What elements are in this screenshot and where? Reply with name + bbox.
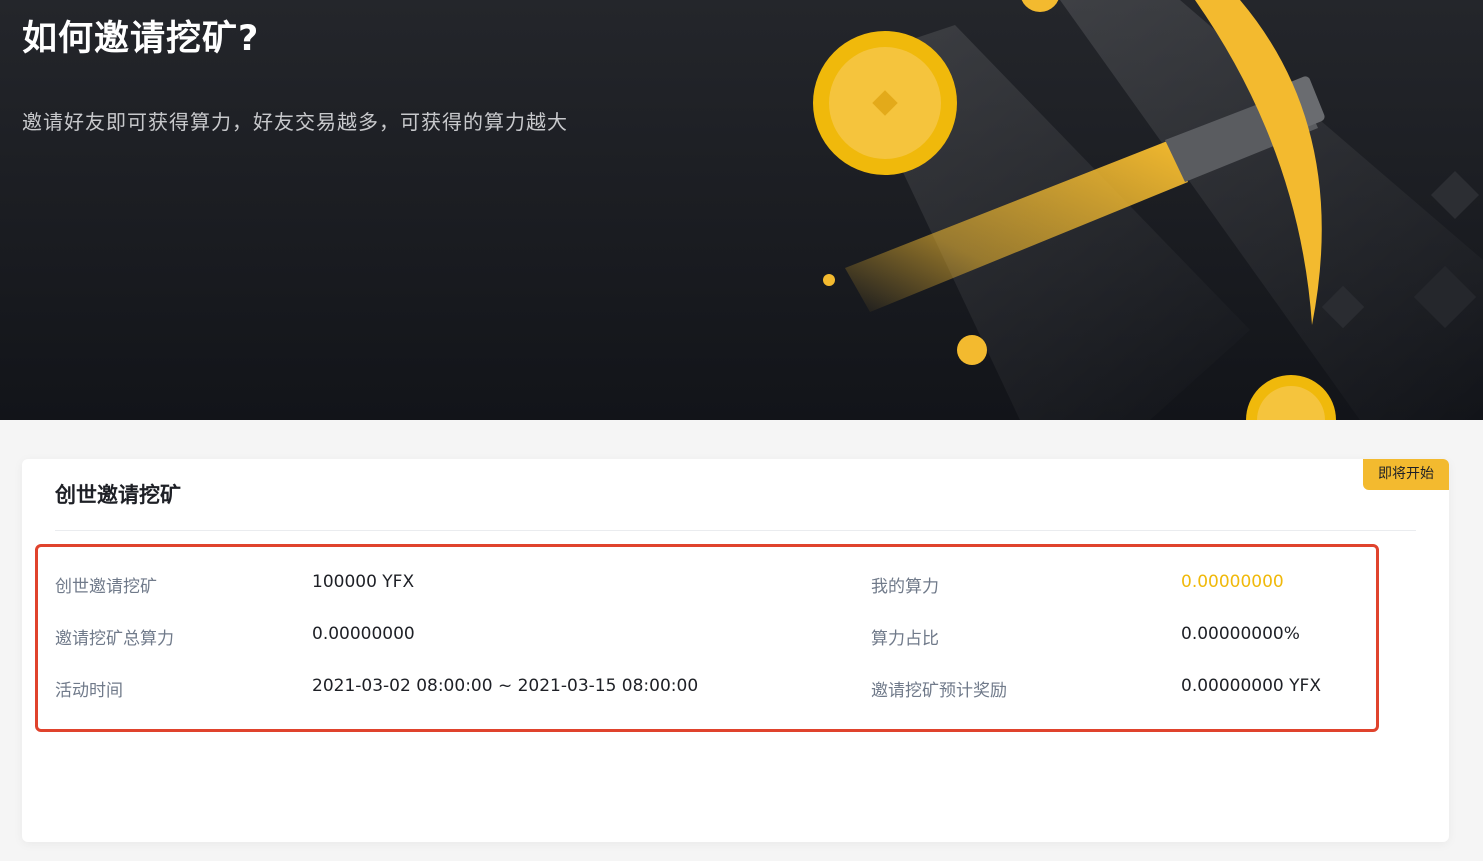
gold-coin-icon (813, 31, 957, 175)
gold-dot (823, 274, 835, 286)
gold-coin-icon (1246, 375, 1336, 420)
info-value: 100000 YFX (312, 572, 415, 592)
diamond-decoration-icon (1430, 170, 1480, 220)
my-hashrate-value: 0.00000000 (1181, 572, 1284, 592)
info-grid: 创世邀请挖矿 100000 YFX 我的算力 0.00000000 邀请挖矿总算… (35, 544, 1379, 732)
gold-coin-icon (957, 335, 987, 365)
info-label: 算力占比 (871, 629, 939, 649)
info-label: 活动时间 (55, 681, 123, 701)
invite-mining-card: 创世邀请挖矿 即将开始 创世邀请挖矿 100000 YFX 我的算力 0.000… (22, 459, 1449, 842)
info-label: 邀请挖矿总算力 (55, 629, 174, 649)
page-title: 如何邀请挖矿? (22, 19, 260, 59)
status-badge: 即将开始 (1363, 459, 1449, 490)
info-label: 邀请挖矿预计奖励 (871, 681, 1007, 701)
gold-coin-icon (1021, 0, 1059, 12)
card-title: 创世邀请挖矿 (55, 483, 181, 507)
info-value: 0.00000000% (1181, 624, 1300, 644)
activity-time-value: 2021-03-02 08:00:00 ~ 2021-03-15 08:00:0… (312, 676, 699, 696)
divider (55, 530, 1416, 531)
info-label: 创世邀请挖矿 (55, 577, 157, 597)
info-value: 0.00000000 (312, 624, 415, 644)
page-subtitle: 邀请好友即可获得算力，好友交易越多，可获得的算力越大 (22, 110, 568, 134)
pickaxe-illustration (813, 0, 1483, 420)
info-value: 0.00000000 YFX (1181, 676, 1321, 696)
hero-banner: 如何邀请挖矿? 邀请好友即可获得算力，好友交易越多，可获得的算力越大 (0, 0, 1483, 420)
info-label: 我的算力 (871, 577, 939, 597)
